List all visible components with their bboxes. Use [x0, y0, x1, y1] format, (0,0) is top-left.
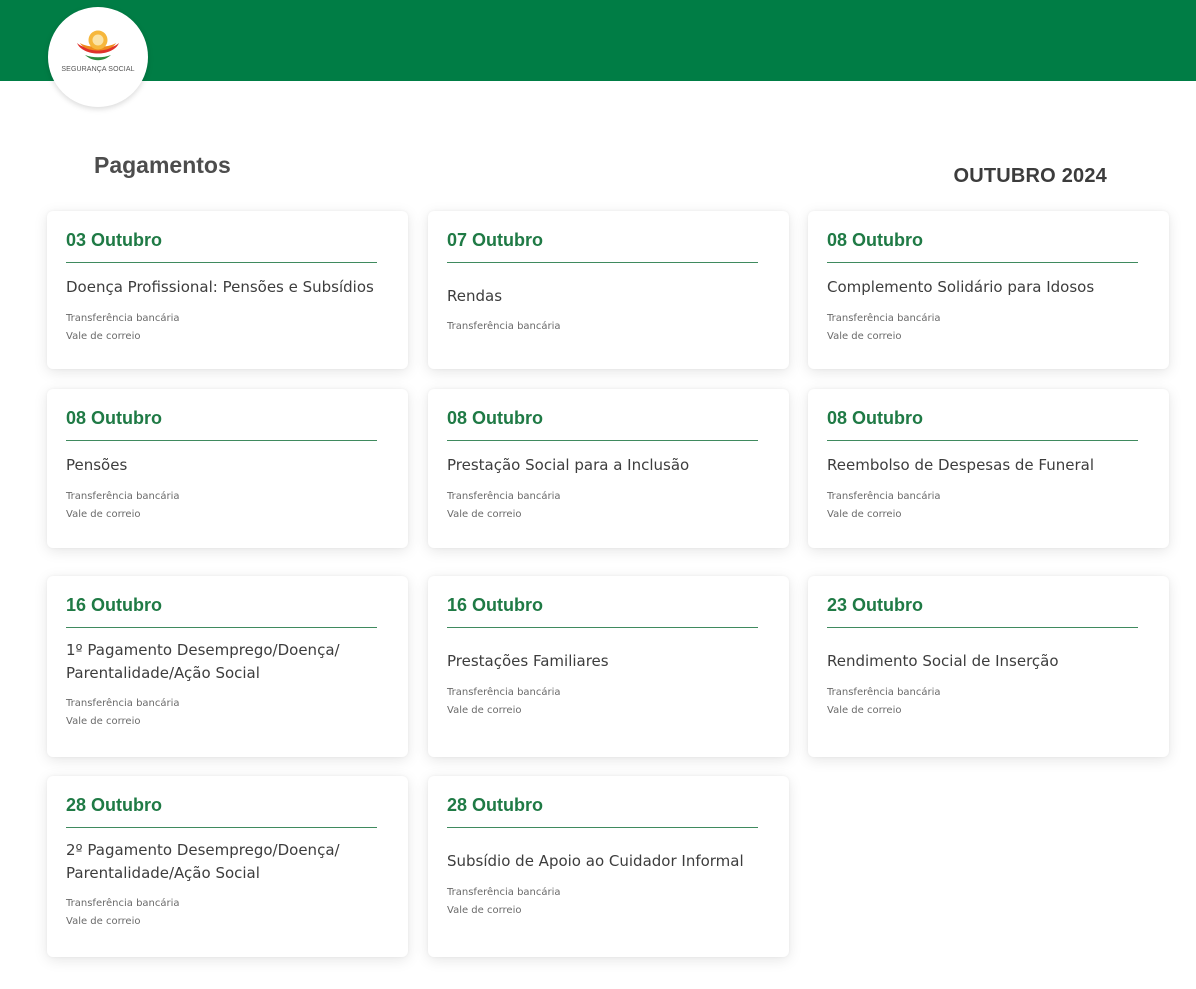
- payment-date: 03 Outubro: [66, 230, 163, 250]
- card-divider: [66, 262, 377, 263]
- payment-date: 28 Outubro: [447, 795, 544, 815]
- payment-methods: Transferência bancária Vale de correio: [66, 695, 180, 731]
- payment-methods: Transferência bancária: [447, 318, 561, 336]
- payment-method: Transferência bancária: [447, 491, 561, 502]
- card-divider: [66, 827, 377, 828]
- payment-method: Vale de correio: [66, 916, 141, 927]
- page-title: Pagamentos: [94, 152, 231, 178]
- payment-date: 16 Outubro: [66, 595, 163, 615]
- payment-title: Complemento Solidário para Idosos: [827, 278, 1095, 296]
- payment-date: 28 Outubro: [66, 795, 163, 815]
- payment-methods: Transferência bancária Vale de correio: [447, 884, 561, 920]
- payment-methods: Transferência bancária Vale de correio: [447, 488, 561, 524]
- header-bar: [0, 0, 1196, 81]
- payment-method: Transferência bancária: [827, 313, 941, 324]
- payment-card[interactable]: 16 Outubro Prestações Familiares Transferê…: [428, 576, 789, 757]
- payment-method: Vale de correio: [66, 331, 141, 342]
- payment-method: Transferência bancária: [447, 321, 561, 332]
- payment-title: Rendas: [447, 287, 503, 305]
- payment-method: Vale de correio: [827, 705, 902, 716]
- card-divider: [447, 627, 758, 628]
- payment-title: 1º Pagamento Desemprego/Doença/ Parental…: [66, 641, 340, 682]
- payment-date: 08 Outubro: [827, 230, 924, 250]
- card-divider: [827, 440, 1138, 441]
- payment-method: Transferência bancária: [66, 698, 180, 709]
- payment-method: Transferência bancária: [66, 898, 180, 909]
- payment-methods: Transferência bancária Vale de correio: [827, 488, 941, 524]
- payment-method: Transferência bancária: [827, 491, 941, 502]
- payment-card[interactable]: 28 Outubro 2º Pagamento Desemprego/Doença…: [47, 776, 408, 957]
- payment-card[interactable]: 07 Outubro Rendas Transferência bancária: [428, 211, 789, 369]
- payment-method: Transferência bancária: [827, 687, 941, 698]
- payment-card[interactable]: 08 Outubro Reembolso de Despesas de Funer…: [808, 389, 1169, 548]
- card-divider: [827, 627, 1138, 628]
- payment-title: Rendimento Social de Inserção: [827, 652, 1059, 670]
- card-divider: [66, 440, 377, 441]
- payment-card[interactable]: 23 Outubro Rendimento Social de Inserção T…: [808, 576, 1169, 757]
- payment-date: 08 Outubro: [66, 408, 163, 428]
- payment-date: 08 Outubro: [827, 408, 924, 428]
- payment-card[interactable]: 08 Outubro Pensões Transferência bancária V…: [47, 389, 408, 548]
- payment-date: 16 Outubro: [447, 595, 544, 615]
- card-divider: [66, 627, 377, 628]
- payment-method: Vale de correio: [827, 509, 902, 520]
- payment-methods: Transferência bancária Vale de correio: [827, 684, 941, 720]
- payment-methods: Transferência bancária Vale de correio: [66, 895, 180, 931]
- card-divider: [827, 262, 1138, 263]
- payment-card[interactable]: 28 Outubro Subsídio de Apoio ao Cuidador …: [428, 776, 789, 957]
- payment-title: Reembolso de Despesas de Funeral: [827, 456, 1094, 474]
- payment-card[interactable]: 03 Outubro Doença Profissional: Pensões e…: [47, 211, 408, 369]
- payment-methods: Transferência bancária Vale de correio: [66, 310, 180, 346]
- payment-date: 07 Outubro: [447, 230, 544, 250]
- logo-text: SEGURANÇA SOCIAL: [61, 66, 135, 73]
- card-divider: [447, 440, 758, 441]
- payment-title: Prestação Social para a Inclusão: [447, 456, 690, 474]
- payment-title: Prestações Familiares: [447, 652, 609, 670]
- payment-method: Vale de correio: [66, 509, 141, 520]
- payment-methods: Transferência bancária Vale de correio: [447, 684, 561, 720]
- payment-method: Vale de correio: [66, 716, 141, 727]
- payment-title: Subsídio de Apoio ao Cuidador Informal: [447, 852, 744, 870]
- logo-emblem-icon: [77, 30, 119, 61]
- card-divider: [447, 262, 758, 263]
- payment-method: Vale de correio: [447, 705, 522, 716]
- payment-date: 23 Outubro: [827, 595, 924, 615]
- payment-method: Transferência bancária: [447, 687, 561, 698]
- payment-method: Transferência bancária: [447, 887, 561, 898]
- payment-date: 08 Outubro: [447, 408, 544, 428]
- seguranca-social-logo[interactable]: SEGURANÇA SOCIAL: [48, 7, 148, 107]
- payment-methods: Transferência bancária Vale de correio: [66, 488, 180, 524]
- payment-method: Vale de correio: [447, 905, 522, 916]
- payment-methods: Transferência bancária Vale de correio: [827, 310, 941, 346]
- payment-card[interactable]: 08 Outubro Prestação Social para a Inclus…: [428, 389, 789, 548]
- payment-card[interactable]: 16 Outubro 1º Pagamento Desemprego/Doença…: [47, 576, 408, 757]
- payment-method: Vale de correio: [447, 509, 522, 520]
- payment-method: Vale de correio: [827, 331, 902, 342]
- payment-method: Transferência bancária: [66, 313, 180, 324]
- payment-title: Doença Profissional: Pensões e Subsídios: [66, 278, 374, 296]
- payment-card[interactable]: 08 Outubro Complemento Solidário para Ido…: [808, 211, 1169, 369]
- card-divider: [447, 827, 758, 828]
- payment-title: Pensões: [66, 456, 128, 474]
- payment-title: 2º Pagamento Desemprego/Doença/ Parental…: [66, 841, 340, 882]
- month-label: OUTUBRO 2024: [953, 165, 1107, 187]
- payment-method: Transferência bancária: [66, 491, 180, 502]
